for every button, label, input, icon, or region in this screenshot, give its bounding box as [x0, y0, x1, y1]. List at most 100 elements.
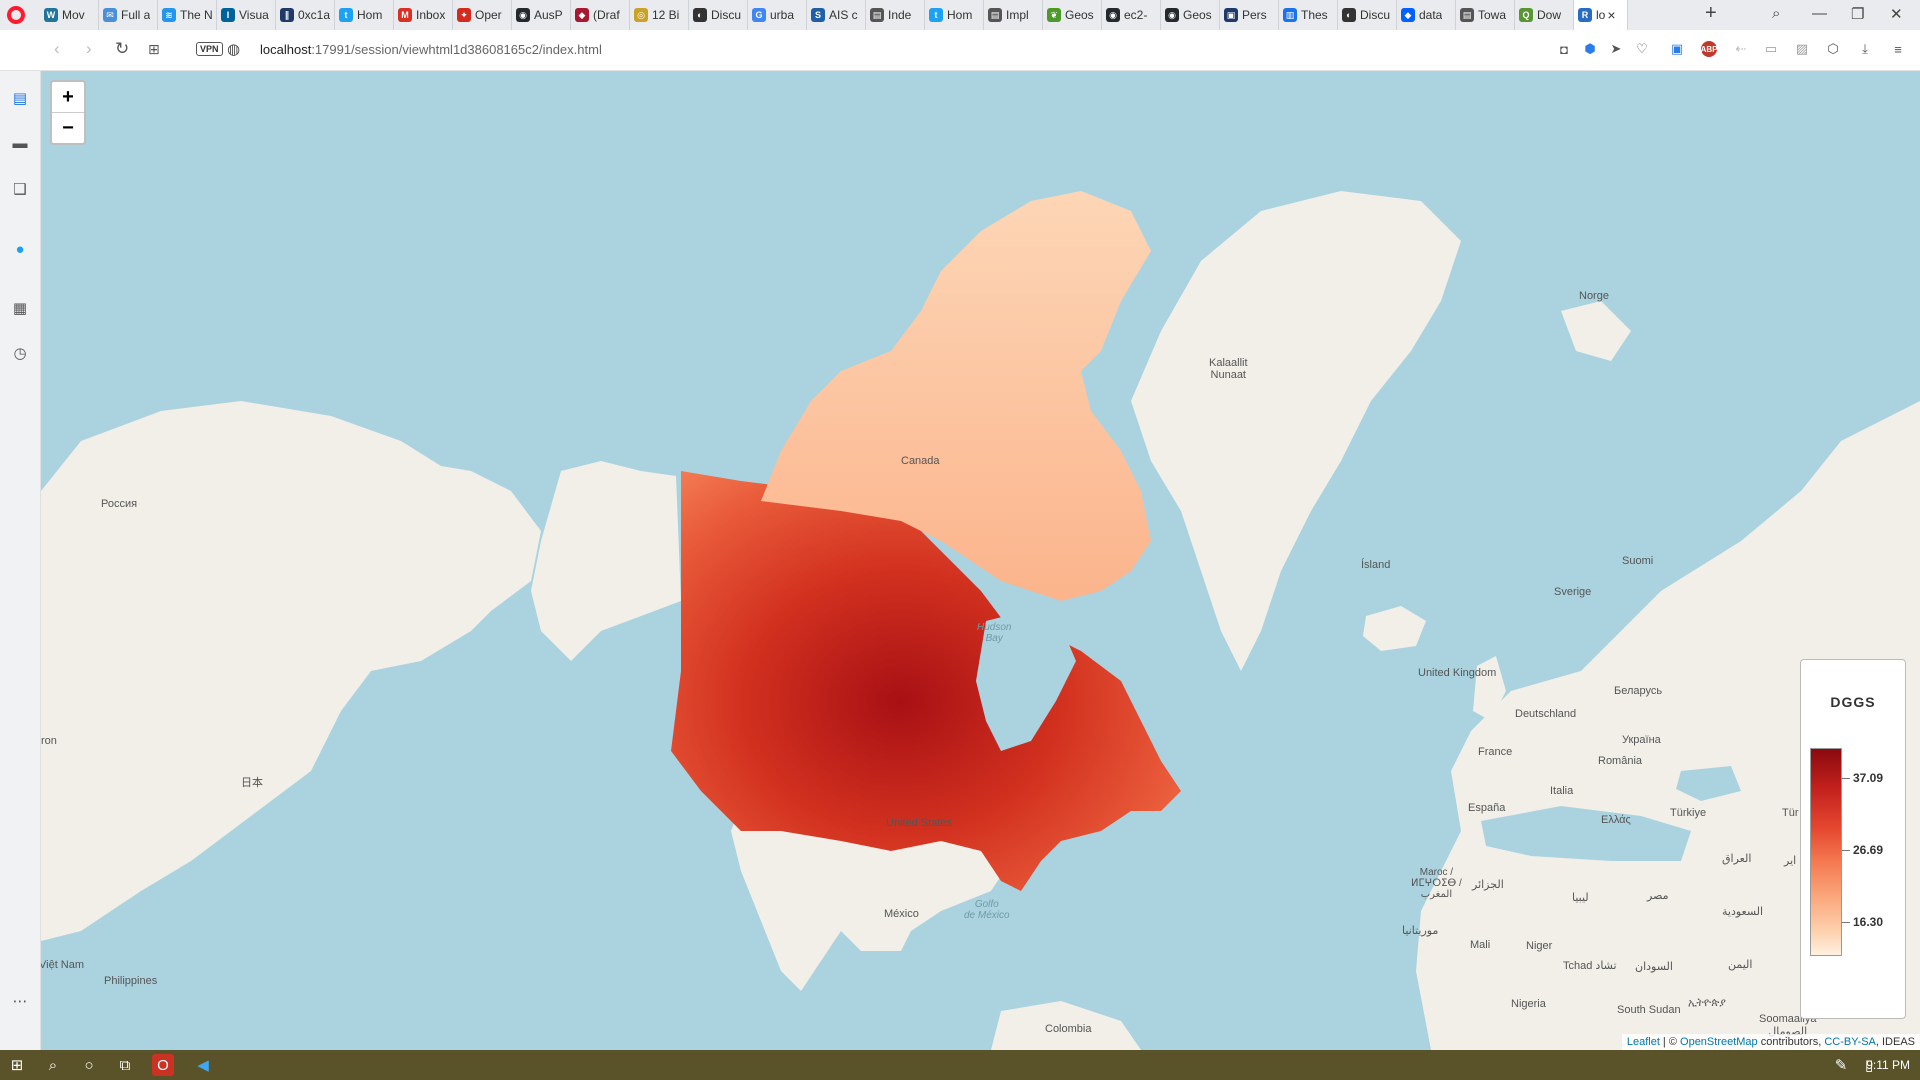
browser-tab[interactable]: Gurba — [748, 0, 807, 30]
browser-tab[interactable]: ◐ Discu — [1338, 0, 1397, 30]
svalbard-landmass — [1561, 301, 1631, 361]
browser-tab[interactable]: ▥ Thes — [1279, 0, 1338, 30]
map-label-mauritania: موريتانيا — [1402, 925, 1439, 937]
tab-close-icon[interactable]: × — [1607, 7, 1615, 23]
twitter-icon[interactable]: ● — [8, 237, 32, 261]
heart-icon[interactable]: ♡ — [1634, 41, 1650, 57]
browser-tab[interactable]: ❦ Geos — [1043, 0, 1102, 30]
license-link[interactable]: CC-BY-SA — [1824, 1036, 1876, 1048]
reload-icon[interactable]: ↻ — [115, 39, 129, 59]
adblock-icon[interactable]: ABP — [1701, 41, 1717, 57]
map-label-mexico: México — [884, 908, 919, 920]
vpn-badge[interactable]: VPN — [196, 42, 223, 56]
browser-tab[interactable]: ▤ Impl — [984, 0, 1043, 30]
map-label-sudan: السودان — [1635, 961, 1673, 973]
speed-dial-icon[interactable]: ▤ — [8, 86, 32, 110]
tab-label: Hom — [357, 8, 383, 22]
browser-tab[interactable]: ◉ Geos — [1161, 0, 1220, 30]
menu-icon[interactable]: ≡ — [1890, 41, 1906, 57]
twitter-icon: t — [339, 8, 353, 22]
news-icon[interactable]: ▦ — [8, 296, 32, 320]
browser-tab[interactable]: ◆ data — [1397, 0, 1456, 30]
history-icon[interactable]: ◷ — [8, 341, 32, 365]
map-label-united-states: United States — [886, 817, 953, 829]
tab-label: Geos — [1065, 8, 1094, 22]
shield-check-icon[interactable]: ⬢ — [1582, 41, 1598, 57]
map-label-mali: Mali — [1470, 939, 1491, 951]
extension-icon[interactable]: ⇠ — [1733, 41, 1749, 57]
restore-icon[interactable]: ❐ — [1851, 5, 1864, 23]
globe-icon[interactable]: ◍ — [227, 40, 240, 58]
extension-icon[interactable]: ▣ — [1669, 41, 1685, 57]
tab-grid-icon[interactable]: ⊞ — [148, 41, 160, 58]
map-label-norge: Norge — [1579, 290, 1609, 302]
back-icon[interactable]: ‹ — [54, 39, 60, 59]
send-icon[interactable]: ➤ — [1608, 41, 1624, 57]
browser-tab[interactable]: ◎ 12 Bi — [630, 0, 689, 30]
browser-tab[interactable]: W Mov — [40, 0, 99, 30]
window-close-icon[interactable]: ✕ — [1890, 5, 1903, 23]
browser-tab[interactable]: ◉ ec2- — [1102, 0, 1161, 30]
browser-tab[interactable]: ▤ Inde — [866, 0, 925, 30]
taskbar-clock[interactable]: 9:11 PM — [1866, 1058, 1910, 1072]
workspace-icon[interactable]: ▬ — [8, 131, 32, 155]
opera-logo-icon[interactable] — [7, 6, 25, 24]
map-label-greenland: Kalaallit Nunaat — [1209, 357, 1248, 381]
gmail-icon: M — [398, 8, 412, 22]
map-label-romania: România — [1598, 755, 1643, 767]
pen-icon[interactable]: ✎ — [1830, 1054, 1852, 1076]
minimize-icon[interactable]: — — [1812, 5, 1827, 22]
browser-tab[interactable]: ✉ Full a — [99, 0, 158, 30]
tab-label: The N — [180, 8, 212, 22]
browser-tab[interactable]: t Hom — [925, 0, 984, 30]
cortana-icon[interactable]: ○ — [78, 1054, 100, 1076]
file-icon: ▥ — [1283, 8, 1297, 22]
bookmarks-icon[interactable]: ❑ — [8, 177, 32, 201]
tab-strip: W Mov ✉ Full a ≋ The N I Visua ∥ 0xc1a t Hom M Inbox ✦… — [0, 0, 1920, 31]
snapshot-icon[interactable]: ◘ — [1556, 41, 1572, 57]
browser-tab[interactable]: ▤ Towa — [1456, 0, 1515, 30]
leaflet-map[interactable]: Россия Canada Kalaallit Nunaat Norge Suo… — [41, 71, 1920, 1050]
cube-icon[interactable]: ⬡ — [1825, 41, 1841, 57]
download-icon[interactable]: ⤓ — [1857, 41, 1873, 57]
map-label-sverige: Sverige — [1554, 586, 1592, 598]
forward-icon[interactable]: › — [86, 39, 92, 59]
zoom-out-button[interactable]: − — [52, 112, 84, 143]
extension-icon[interactable]: ▭ — [1763, 41, 1779, 57]
legend-value-mid: 26.69 — [1853, 843, 1884, 857]
browser-tab[interactable]: ✦ Oper — [453, 0, 512, 30]
browser-tab[interactable]: I Visua — [217, 0, 276, 30]
document-icon: ▤ — [870, 8, 884, 22]
leaflet-link[interactable]: Leaflet — [1627, 1036, 1660, 1048]
opera-app-icon[interactable]: O — [152, 1054, 174, 1076]
url-field[interactable]: localhost:17991/session/viewhtml1d386081… — [260, 42, 602, 57]
zoom-in-button[interactable]: + — [52, 82, 84, 112]
browser-tab[interactable]: S AIS c — [807, 0, 866, 30]
tab-label: urba — [770, 8, 795, 22]
legend-value-high: 37.09 — [1853, 771, 1884, 785]
browser-tab[interactable]: ▣ Pers — [1220, 0, 1279, 30]
browser-tab[interactable]: ◐ Discu — [689, 0, 748, 30]
map-label-russia: Россия — [101, 498, 138, 510]
tab-label: (Draf — [593, 8, 620, 22]
search-tabs-icon[interactable]: ⌕ — [1772, 5, 1780, 22]
map-label-egypt: مصر — [1647, 890, 1669, 902]
tab-active[interactable]: Rlo × — [1574, 0, 1628, 30]
browser-tab[interactable]: M Inbox — [394, 0, 453, 30]
extension-icon[interactable]: ▨ — [1794, 41, 1810, 57]
new-tab-button[interactable]: + — [1705, 2, 1717, 25]
task-view-icon[interactable]: ⧉ — [114, 1054, 136, 1076]
browser-tab[interactable]: Q Dow — [1515, 0, 1574, 30]
vscode-app-icon[interactable]: ◀ — [192, 1054, 214, 1076]
browser-tab[interactable]: ◉ AusP — [512, 0, 571, 30]
windows-start-icon[interactable]: ⊞ — [6, 1054, 28, 1076]
search-icon[interactable]: ⌕ — [42, 1054, 64, 1076]
map-label-turkey: Türkiye — [1670, 807, 1707, 819]
browser-tab[interactable]: ◆ (Draf — [571, 0, 630, 30]
browser-tab[interactable]: t Hom — [335, 0, 394, 30]
browser-tab[interactable]: ≋ The N — [158, 0, 217, 30]
osm-link[interactable]: OpenStreetMap — [1680, 1036, 1758, 1048]
more-icon[interactable]: ⋯ — [8, 989, 32, 1013]
browser-tab[interactable]: ∥ 0xc1a — [276, 0, 335, 30]
url-path: :17991/session/viewhtml1d38608165c2/inde… — [311, 42, 602, 57]
